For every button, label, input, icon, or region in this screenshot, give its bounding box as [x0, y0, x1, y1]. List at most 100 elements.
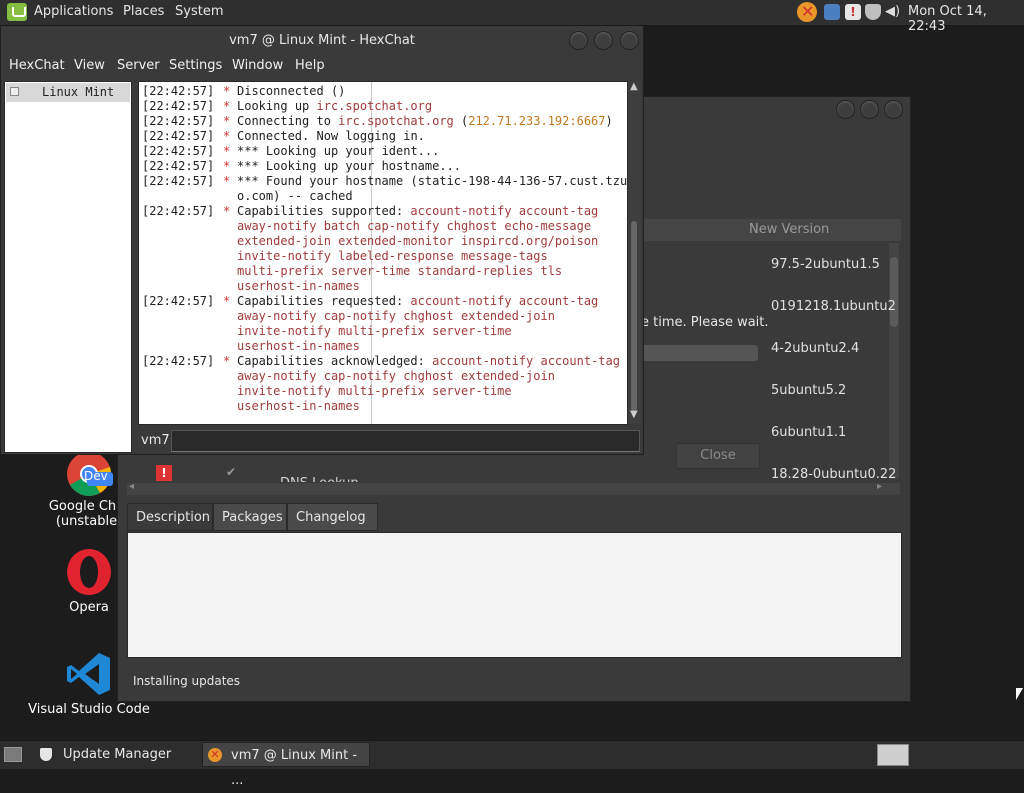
tree-expander-icon[interactable] [10, 87, 19, 96]
message-timestamp: [22:42:57] [142, 354, 215, 368]
tab-changelog[interactable]: Changelog [287, 503, 378, 531]
top-panel: Applications Places System ✕ ! ◀) Mon Oc… [0, 0, 1024, 34]
progress-text: e time. Please wait. [641, 315, 769, 330]
version-cell: 6ubuntu1.1 [771, 425, 847, 440]
checkmark-icon: ✔ [226, 465, 237, 479]
chat-buffer[interactable]: [22:42:57] * Disconnected () [22:42:57] * Loo… [138, 81, 628, 425]
partial-package-item: DNS Lookup Utility [280, 474, 400, 482]
window-title: vm7 @ Linux Mint - HexChat [229, 33, 415, 48]
menu-applications[interactable]: Applications [34, 4, 113, 19]
message-marker: * [223, 129, 231, 143]
chrome-icon: Dev [65, 450, 113, 498]
message-text: Looking up irc.spotchat.org [237, 99, 433, 113]
network-icon[interactable] [824, 4, 840, 20]
taskbar-item-update-manager[interactable]: Update Manager [34, 742, 200, 767]
tab-packages[interactable]: Packages [213, 503, 287, 531]
mouse-cursor-icon [1016, 688, 1023, 700]
message-timestamp: [22:42:57] [142, 294, 215, 308]
menu-window[interactable]: Window [232, 58, 283, 73]
desktop-icon-label: Visual Studio Code [28, 702, 150, 717]
message-marker: * [223, 159, 231, 173]
message-text: invite-notify multi-prefix server-time [237, 384, 512, 398]
minimize-button[interactable] [569, 31, 588, 50]
message-marker: * [223, 114, 231, 128]
hexchat-window: vm7 @ Linux Mint - HexChat HexChat View … [0, 25, 644, 455]
message-text: *** Looking up your hostname... [237, 159, 462, 173]
taskbar-item-hexchat[interactable]: ✕ vm7 @ Linux Mint - ... [202, 742, 370, 788]
message-timestamp: [22:42:57] [142, 84, 215, 98]
tree-item-linux-mint[interactable]: Linux Mint [6, 83, 130, 102]
version-cell: 18.28-0ubuntu0.22 [771, 467, 897, 482]
message-text: away-notify cap-notify chghost extended-… [237, 309, 555, 323]
message-text: away-notify batch cap-notify chghost ech… [237, 219, 592, 233]
opera-icon [65, 548, 113, 596]
scroll-up-arrow-icon[interactable]: ▲ [630, 81, 638, 92]
message-timestamp: [22:42:57] [142, 174, 215, 188]
server-tree: Linux Mint [4, 81, 132, 453]
hexchat-titlebar[interactable]: vm7 @ Linux Mint - HexChat [1, 26, 643, 55]
menu-view[interactable]: View [74, 58, 105, 73]
scroll-thumb[interactable] [631, 221, 637, 411]
message-timestamp: [22:42:57] [142, 99, 215, 113]
message-input[interactable] [171, 430, 640, 452]
maximize-button[interactable] [860, 100, 879, 119]
shield-icon [40, 748, 52, 761]
scroll-down-arrow-icon[interactable]: ▼ [630, 409, 638, 420]
message-marker: * [223, 99, 231, 113]
status-text: Installing updates [133, 674, 241, 688]
chat-scrollbar[interactable]: ▲ ▼ [628, 81, 641, 423]
scroll-left-arrow-icon[interactable]: ◂ [129, 481, 134, 492]
version-cell: 4-2ubuntu2.4 [771, 341, 860, 356]
tab-description[interactable]: Description [127, 503, 213, 531]
shield-icon[interactable] [865, 4, 881, 20]
scroll-right-arrow-icon[interactable]: ▸ [877, 481, 882, 492]
version-cell: 5ubuntu5.2 [771, 383, 847, 398]
message-marker: * [223, 174, 231, 188]
progress-dialog: e time. Please wait. Close [641, 277, 769, 472]
message-marker: * [223, 84, 231, 98]
clock[interactable]: Mon Oct 14, 22:43 [908, 4, 1024, 34]
message-marker: * [223, 354, 231, 368]
menu-hexchat[interactable]: HexChat [9, 58, 65, 73]
message-text: extended-join extended-monitor inspircd.… [237, 234, 599, 248]
hexchat-tray-icon[interactable]: ✕ [797, 2, 817, 22]
show-desktop-icon[interactable] [4, 747, 22, 762]
close-window-button[interactable] [620, 31, 639, 50]
list-scrollbar[interactable] [889, 243, 899, 479]
message-text: Connected. Now logging in. [237, 129, 425, 143]
volume-icon[interactable]: ◀) [885, 4, 901, 20]
message-marker: * [223, 204, 231, 218]
minimize-button[interactable] [836, 100, 855, 119]
input-row: vm7 [138, 428, 640, 452]
mint-menu-icon[interactable] [7, 3, 27, 21]
message-text: *** Looking up your ident... [237, 144, 440, 158]
menu-server[interactable]: Server [117, 58, 160, 73]
workspace-switcher-icon[interactable] [877, 744, 909, 766]
message-text: Capabilities acknowledged: account-notif… [237, 354, 620, 368]
hexchat-icon: ✕ [208, 748, 222, 762]
menu-settings[interactable]: Settings [169, 58, 222, 73]
nick-button[interactable]: vm7 [141, 433, 170, 448]
alert-icon[interactable]: ! [845, 4, 861, 20]
warning-icon: ! [156, 465, 172, 481]
menu-help[interactable]: Help [295, 58, 325, 73]
new-version-column-header[interactable]: New Version [641, 219, 901, 241]
close-window-button[interactable] [884, 100, 903, 119]
menu-places[interactable]: Places [123, 4, 164, 19]
maximize-button[interactable] [594, 31, 613, 50]
bottom-taskbar: Update Manager ✕ vm7 @ Linux Mint - ... [0, 740, 1024, 788]
vscode-icon [65, 650, 113, 698]
version-cell: 0191218.1ubuntu2 [771, 299, 896, 314]
menu-system[interactable]: System [175, 4, 223, 19]
progress-bar [641, 345, 758, 361]
message-text: userhost-in-names [237, 399, 360, 413]
message-text: userhost-in-names [237, 279, 360, 293]
message-text: Disconnected () [237, 84, 346, 98]
message-marker: * [223, 144, 231, 158]
message-text: Capabilities supported: account-notify a… [237, 204, 599, 218]
message-text: Connecting to irc.spotchat.org (212.71.2… [237, 114, 613, 128]
message-text: userhost-in-names [237, 339, 360, 353]
tree-item-label: Linux Mint [42, 85, 115, 99]
horizontal-scrollbar[interactable]: ◂ ▸ [127, 481, 900, 495]
close-button[interactable]: Close [676, 443, 760, 469]
